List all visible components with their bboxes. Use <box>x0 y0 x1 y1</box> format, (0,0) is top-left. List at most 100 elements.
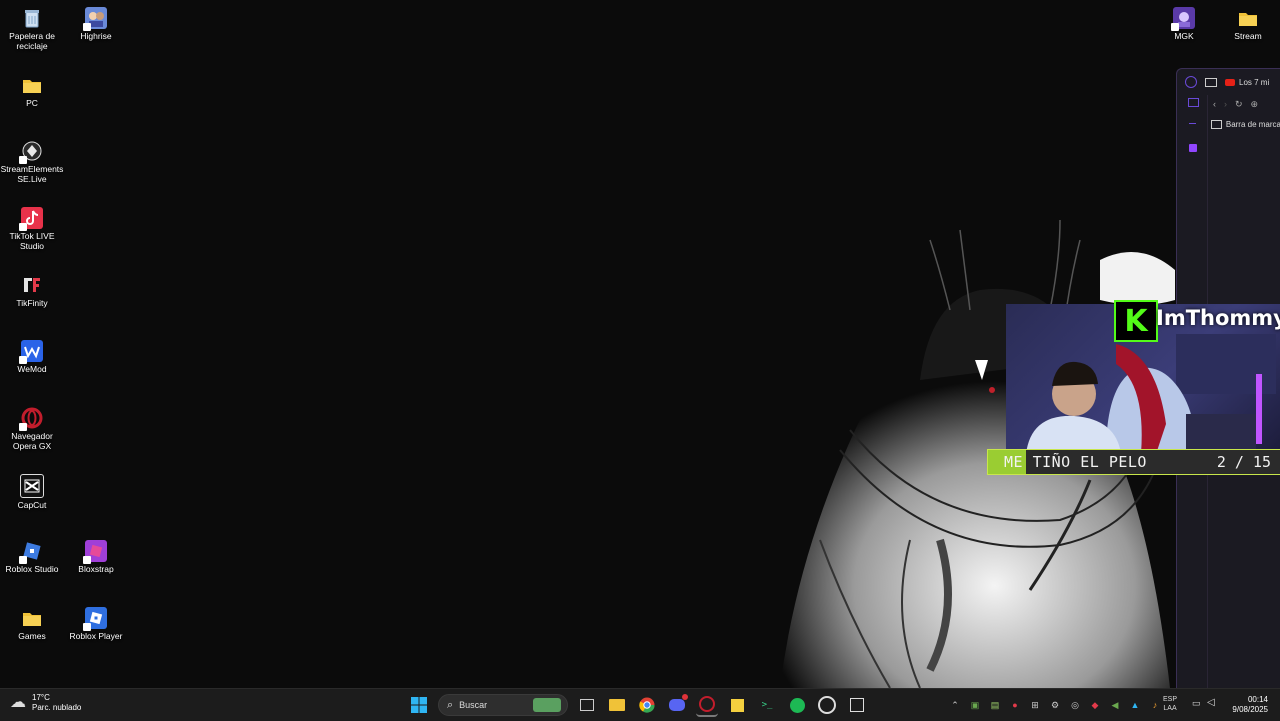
desktop-icon-streamelements[interactable]: StreamElements SE.Live <box>0 137 64 184</box>
wemod-icon <box>19 340 43 364</box>
desktop-icon-capcut[interactable]: CapCut <box>0 471 64 510</box>
weather-description: Parc. nublado <box>32 703 82 712</box>
desktop-icon-label: Roblox Player <box>69 631 123 641</box>
desktop-icon-games[interactable]: Games <box>0 604 64 641</box>
desktop-icon-label: Games <box>18 631 46 641</box>
back-icon[interactable]: ‹ <box>1213 99 1216 109</box>
app-grid-icon[interactable] <box>846 694 868 716</box>
weather-temperature: 17°C <box>32 693 50 702</box>
tab-overview-icon[interactable] <box>1205 77 1217 87</box>
taskbar-apps: ⌕ Buscar >_ <box>408 693 868 717</box>
steam-icon[interactable]: ◎ <box>1068 698 1082 712</box>
sticky-notes-icon[interactable] <box>726 694 748 716</box>
weather-cloud-icon: ☁ <box>10 694 26 711</box>
tray-overflow-chevron-icon[interactable]: ⌃ <box>948 698 962 712</box>
browser-tab-bar: Los 7 mi <box>1177 69 1280 95</box>
clock-time: 00:14 <box>1247 695 1268 704</box>
folder-icon <box>1211 119 1222 129</box>
desktop-icon-pc[interactable]: PC <box>0 71 64 108</box>
desktop-icon-tikfinity[interactable]: TikFinity <box>0 271 64 308</box>
twitch-icon[interactable] <box>1189 144 1197 152</box>
tray-app-icon[interactable]: ▲ <box>1128 698 1142 712</box>
terminal-icon[interactable]: >_ <box>756 694 778 716</box>
task-view-icon[interactable] <box>576 694 598 716</box>
desktop-icon-label: Stream <box>1234 31 1262 41</box>
file-explorer-icon[interactable] <box>606 694 628 716</box>
clock-date: 9/08/2025 <box>1232 705 1268 714</box>
tray-app-icon[interactable]: ⚙ <box>1048 698 1062 712</box>
tray-app-icon[interactable]: ◆ <box>1088 698 1102 712</box>
desktop-icon-mgk[interactable]: MGK <box>1152 4 1216 41</box>
taskbar: ☁ 17°C Parc. nublado ⌕ Buscar >_ ⌃ ▣ ▤ ● <box>0 688 1280 721</box>
search-icon: ⌕ <box>447 698 454 711</box>
chrome-icon[interactable] <box>636 694 658 716</box>
bloxstrap-icon <box>83 540 107 564</box>
desktop-icon-label: Bloxstrap <box>78 564 114 574</box>
desktop-icon-label: MGK <box>1174 31 1194 41</box>
highrise-icon <box>83 7 107 31</box>
desktop-icon-opera-gx[interactable]: Navegador Opera GX <box>0 404 64 451</box>
desktop-icon-label: WeMod <box>17 364 47 374</box>
spotify-icon[interactable] <box>786 694 808 716</box>
opera-gx-taskbar-icon[interactable] <box>696 693 718 717</box>
roblox-studio-icon <box>19 540 43 564</box>
tab-title: Los 7 mi <box>1239 77 1270 87</box>
tray-app-icon[interactable]: ▤ <box>988 698 1002 712</box>
kick-logo: K <box>1114 300 1158 342</box>
reload-icon[interactable]: ↻ <box>1235 99 1243 110</box>
recycle-bin-icon <box>21 7 43 29</box>
opera-gx-icon <box>19 407 43 431</box>
network-icon[interactable]: ▭ <box>1192 698 1201 709</box>
desktop-icon-roblox-studio[interactable]: Roblox Studio <box>0 537 64 574</box>
weather-widget[interactable]: ☁ 17°C Parc. nublado <box>10 693 81 713</box>
desktop-icon-label: TikFinity <box>16 298 48 308</box>
desktop-icon-roblox-player[interactable]: Roblox Player <box>64 604 128 641</box>
globe-icon[interactable]: ⊕ <box>1251 99 1259 110</box>
folder-icon <box>21 74 43 96</box>
tray-app-icon[interactable]: ▣ <box>968 698 982 712</box>
bookmarks-folder[interactable]: Barra de marca <box>1226 120 1280 129</box>
streamer-username: ImThommy <box>1156 306 1280 330</box>
desktop-icon-label: Highrise <box>80 31 112 41</box>
folder-icon <box>1237 7 1259 29</box>
mgk-icon <box>1171 7 1195 31</box>
system-tray: ⌃ ▣ ▤ ● ⊞ ⚙ ◎ ◆ ◀ ▲ ♪ <box>948 695 1162 715</box>
input-language[interactable]: ESP LAA <box>1163 695 1177 713</box>
desktop-icon-label: PC <box>26 98 38 108</box>
desktop-icon-label: Papelera de reciclaje <box>9 31 55 51</box>
obs-icon[interactable] <box>816 694 838 716</box>
tray-app-icon[interactable]: ● <box>1008 698 1022 712</box>
discord-icon[interactable] <box>666 694 688 716</box>
desktop-icon-highrise[interactable]: Highrise <box>64 4 128 41</box>
streamelements-icon <box>19 140 43 164</box>
workspace-icon[interactable] <box>1185 76 1197 88</box>
tiktok-live-icon <box>19 207 43 231</box>
forward-icon[interactable]: › <box>1224 99 1227 109</box>
search-highlight-icon <box>533 698 561 712</box>
volume-icon[interactable]: ◁ <box>1207 697 1215 708</box>
tray-app-icon[interactable]: ◀ <box>1108 698 1122 712</box>
goal-label: ME TIÑO EL PELO <box>1004 453 1147 471</box>
browser-tab[interactable]: Los 7 mi <box>1225 78 1269 87</box>
sidebar-messenger-icon[interactable] <box>1188 98 1199 107</box>
desktop-icon-wemod[interactable]: WeMod <box>0 337 64 374</box>
desktop-icon-label: StreamElements SE.Live <box>0 164 64 184</box>
desktop-icon-label: CapCut <box>17 500 47 510</box>
goal-progress-bar: ME TIÑO EL PELO 2 / 15 <box>987 449 1280 475</box>
taskbar-search[interactable]: ⌕ Buscar <box>438 694 568 716</box>
desktop-icon-bloxstrap[interactable]: Bloxstrap <box>64 537 128 574</box>
microphone-icon[interactable]: ♪ <box>1148 698 1162 712</box>
tray-app-icon[interactable]: ⊞ <box>1028 698 1042 712</box>
start-button[interactable] <box>408 694 430 716</box>
desktop-icon-label: Navegador Opera GX <box>11 431 53 451</box>
youtube-icon <box>1225 78 1235 86</box>
folder-icon <box>21 607 43 629</box>
desktop-icon-label: Roblox Studio <box>5 564 59 574</box>
clock[interactable]: 00:14 9/08/2025 <box>1222 695 1268 715</box>
capcut-icon <box>20 474 44 498</box>
desktop-icon-tiktok-live[interactable]: TikTok LIVE Studio <box>0 204 64 251</box>
tikfinity-icon <box>21 274 43 296</box>
search-placeholder: Buscar <box>459 700 488 710</box>
desktop-icon-recycle-bin[interactable]: Papelera de reciclaje <box>0 4 64 51</box>
desktop-icon-stream[interactable]: Stream <box>1216 4 1280 41</box>
